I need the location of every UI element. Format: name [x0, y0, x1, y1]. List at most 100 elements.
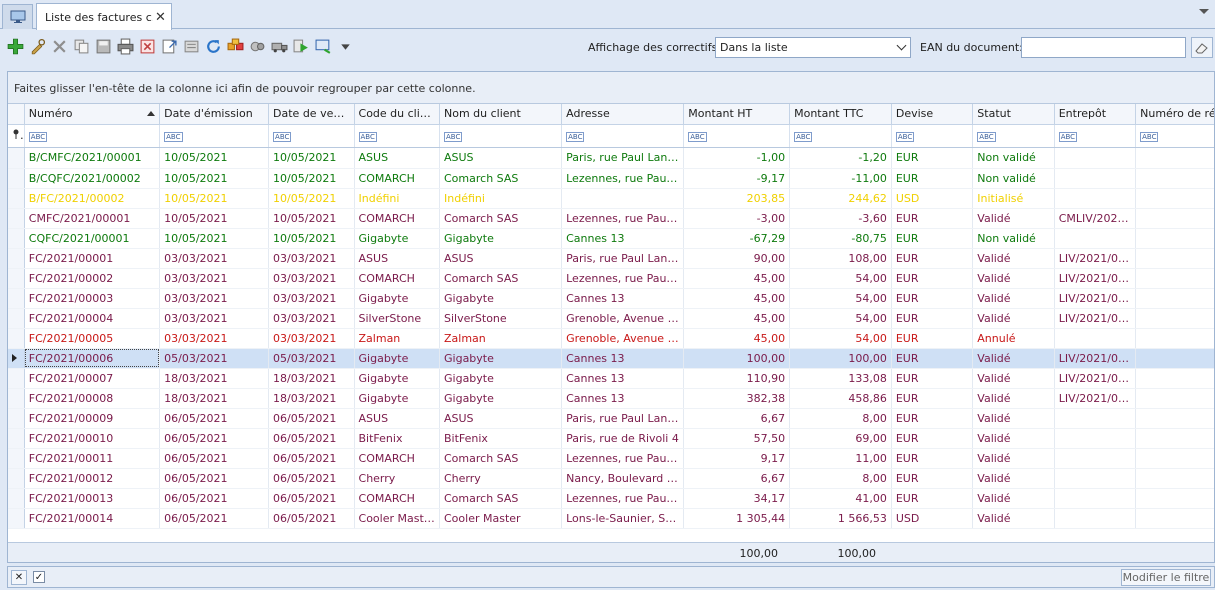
column-header[interactable]: Numéro de réfé... [1135, 104, 1214, 125]
table-cell[interactable]: 06/05/2021 [268, 508, 355, 529]
group-by-panel[interactable]: Faites glisser l'en-tête de la colonne i… [8, 72, 1214, 104]
table-cell[interactable]: Paris, rue de Rivoli 4 [561, 428, 685, 449]
table-cell[interactable]: FC/2021/00002 [24, 268, 161, 289]
more-chevron-down-icon[interactable] [336, 37, 355, 56]
table-cell[interactable]: 45,00 [683, 308, 791, 329]
table-cell[interactable] [1135, 148, 1214, 169]
table-cell[interactable]: Cannes 13 [561, 288, 685, 309]
table-cell[interactable]: Gigabyte [439, 388, 563, 409]
table-cell[interactable]: Non validé [972, 168, 1055, 189]
table-cell[interactable] [1135, 488, 1214, 509]
table-cell[interactable]: EUR [891, 288, 974, 309]
table-cell[interactable]: 45,00 [683, 288, 791, 309]
table-cell[interactable]: Paris, rue Paul Lang... [561, 148, 685, 169]
table-cell[interactable]: Indéfini [439, 188, 563, 209]
table-cell[interactable]: Gigabyte [354, 388, 441, 409]
table-cell[interactable] [561, 188, 685, 209]
table-cell[interactable]: 10/05/2021 [159, 208, 270, 229]
table-cell[interactable]: 06/05/2021 [159, 428, 270, 449]
filter-enabled-checkbox[interactable]: ✓ [33, 571, 45, 583]
filter-cell[interactable]: ABC [972, 125, 1055, 148]
tab-close-icon[interactable]: ✕ [155, 10, 166, 25]
table-cell[interactable]: FC/2021/00006 [24, 348, 161, 369]
table-cell[interactable]: Grenoble, Avenue D... [561, 328, 685, 349]
table-cell[interactable]: Lons-le-Saunier, Sai... [561, 508, 685, 529]
table-cell[interactable] [1054, 148, 1137, 169]
table-cell[interactable]: 10/05/2021 [159, 148, 270, 169]
table-cell[interactable]: ASUS [439, 408, 563, 429]
table-cell[interactable]: EUR [891, 328, 974, 349]
table-cell[interactable]: -9,17 [683, 168, 791, 189]
table-cell[interactable]: Cannes 13 [561, 348, 685, 369]
run-icon[interactable] [292, 37, 311, 56]
tab-invoice-list[interactable]: Liste des factures c... ✕ [36, 3, 172, 30]
column-header[interactable]: Statut [972, 104, 1055, 125]
table-cell[interactable]: 03/03/2021 [268, 308, 355, 329]
table-cell[interactable]: EUR [891, 468, 974, 489]
table-cell[interactable]: Comarch SAS [439, 208, 563, 229]
table-cell[interactable]: LIV/2021/00... [1054, 248, 1137, 269]
table-cell[interactable]: Comarch SAS [439, 488, 563, 509]
table-cell[interactable]: Cannes 13 [561, 388, 685, 409]
table-cell[interactable]: FC/2021/00009 [24, 408, 161, 429]
table-cell[interactable]: LIV/2021/00... [1054, 368, 1137, 389]
table-cell[interactable]: 382,38 [683, 388, 791, 409]
table-cell[interactable]: 133,08 [789, 368, 892, 389]
table-row[interactable]: FC/2021/00013 06/05/2021 06/05/2021 COMARCH… [8, 488, 1214, 509]
delete-icon[interactable] [50, 37, 69, 56]
table-cell[interactable] [1135, 428, 1214, 449]
row-indicator[interactable] [8, 248, 25, 269]
table-cell[interactable]: COMARCH [354, 448, 441, 469]
column-header[interactable]: Devise [891, 104, 974, 125]
row-indicator[interactable] [8, 368, 25, 389]
table-cell[interactable]: 41,00 [789, 488, 892, 509]
table-cell[interactable]: 03/03/2021 [159, 328, 270, 349]
table-cell[interactable]: 100,00 [789, 348, 892, 369]
table-cell[interactable]: 11,00 [789, 448, 892, 469]
filter-cell[interactable]: ABC [683, 125, 791, 148]
row-indicator[interactable] [8, 428, 25, 449]
table-cell[interactable]: LIV/2021/00... [1054, 348, 1137, 369]
table-cell[interactable]: Validé [972, 368, 1055, 389]
filter-cell[interactable]: ABC [439, 125, 563, 148]
table-cell[interactable]: FC/2021/00008 [24, 388, 161, 409]
table-row[interactable]: B/CQFC/2021/00002 10/05/2021 10/05/2021 COM… [8, 168, 1214, 189]
table-cell[interactable]: Gigabyte [354, 368, 441, 389]
table-cell[interactable]: 57,50 [683, 428, 791, 449]
table-cell[interactable]: EUR [891, 168, 974, 189]
table-cell[interactable]: LIV/2021/00... [1054, 308, 1137, 329]
row-indicator[interactable] [8, 208, 25, 229]
table-cell[interactable]: EUR [891, 428, 974, 449]
table-cell[interactable]: 06/05/2021 [159, 408, 270, 429]
table-cell[interactable]: EUR [891, 488, 974, 509]
table-cell[interactable]: Annulé [972, 328, 1055, 349]
table-cell[interactable]: EUR [891, 348, 974, 369]
table-cell[interactable]: -1,00 [683, 148, 791, 169]
table-cell[interactable]: 6,67 [683, 408, 791, 429]
export-icon[interactable] [160, 37, 179, 56]
table-cell[interactable]: 54,00 [789, 268, 892, 289]
table-cell[interactable]: Indéfini [354, 188, 441, 209]
view-icon[interactable] [314, 37, 333, 56]
table-cell[interactable]: EUR [891, 408, 974, 429]
table-cell[interactable]: CMFC/2021/00001 [24, 208, 161, 229]
table-cell[interactable]: Validé [972, 408, 1055, 429]
table-cell[interactable]: Gigabyte [354, 288, 441, 309]
bulk-icon[interactable] [226, 37, 245, 56]
table-row[interactable]: FC/2021/00006 05/03/2021 05/03/2021 Gigabyt… [8, 348, 1214, 369]
row-indicator[interactable] [8, 408, 25, 429]
table-cell[interactable]: 10/05/2021 [268, 148, 355, 169]
table-cell[interactable]: 10/05/2021 [268, 208, 355, 229]
table-cell[interactable]: Validé [972, 268, 1055, 289]
cancel-icon[interactable] [138, 37, 157, 56]
table-cell[interactable]: 45,00 [683, 268, 791, 289]
table-cell[interactable] [1135, 248, 1214, 269]
column-header[interactable]: Montant HT [683, 104, 791, 125]
table-cell[interactable]: EUR [891, 268, 974, 289]
table-cell[interactable]: FC/2021/00001 [24, 248, 161, 269]
filter-cell[interactable]: ABC [354, 125, 441, 148]
column-header[interactable]: Nom du client [439, 104, 563, 125]
add-icon[interactable] [6, 37, 25, 56]
table-cell[interactable]: 100,00 [683, 348, 791, 369]
table-row[interactable]: FC/2021/00011 06/05/2021 06/05/2021 COMARCH… [8, 448, 1214, 469]
